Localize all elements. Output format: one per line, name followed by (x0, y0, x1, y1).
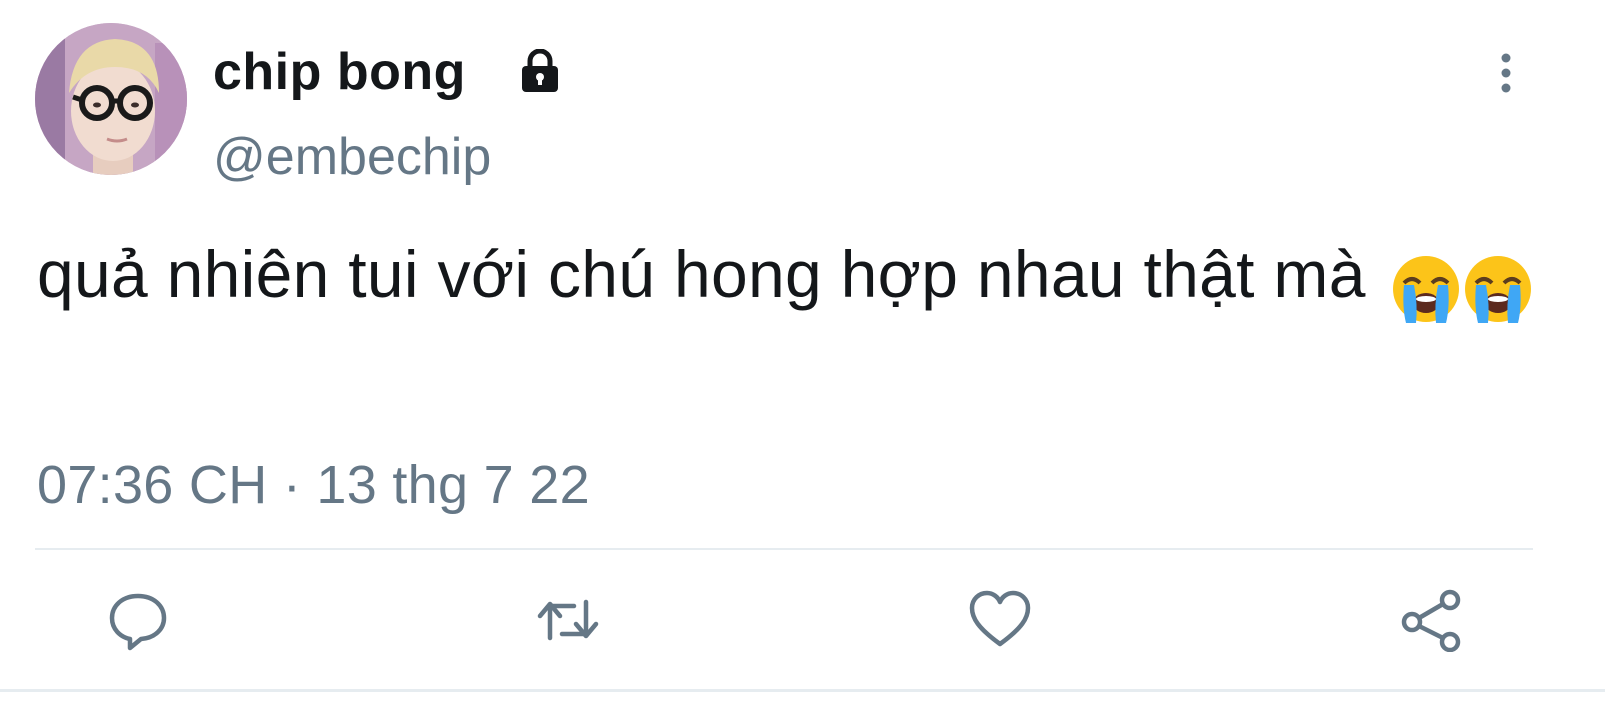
avatar[interactable] (35, 23, 187, 175)
tweet-card: chip bong @embechip quả nhiên tui với ch… (0, 0, 1605, 726)
reply-button[interactable] (103, 585, 173, 655)
user-handle[interactable]: @embechip (213, 125, 491, 189)
loudly-crying-face-emoji-icon (1465, 256, 1532, 324)
heart-icon (969, 590, 1031, 647)
like-button[interactable] (965, 585, 1035, 655)
emoji-group (1390, 238, 1534, 324)
display-name[interactable]: chip bong (213, 40, 466, 104)
share-icon (1401, 589, 1461, 652)
lock-icon (522, 49, 558, 92)
bottom-divider (0, 689, 1605, 692)
loudly-crying-face-emoji-icon (1393, 256, 1460, 324)
share-button[interactable] (1397, 585, 1467, 655)
avatar-photo-icon (35, 23, 187, 175)
reply-icon (109, 593, 167, 651)
more-vertical-icon[interactable] (1490, 50, 1522, 98)
tweet-timestamp[interactable]: 07:36 CH · 13 thg 7 22 (37, 452, 590, 518)
divider (35, 548, 1533, 550)
tweet-text: quả nhiên tui với chú hong hợp nhau thật… (37, 228, 1537, 324)
retweet-icon (537, 599, 599, 641)
retweet-button[interactable] (533, 585, 603, 655)
action-bar (0, 585, 1605, 657)
tweet-text-body: quả nhiên tui với chú hong hợp nhau thật… (37, 237, 1366, 311)
